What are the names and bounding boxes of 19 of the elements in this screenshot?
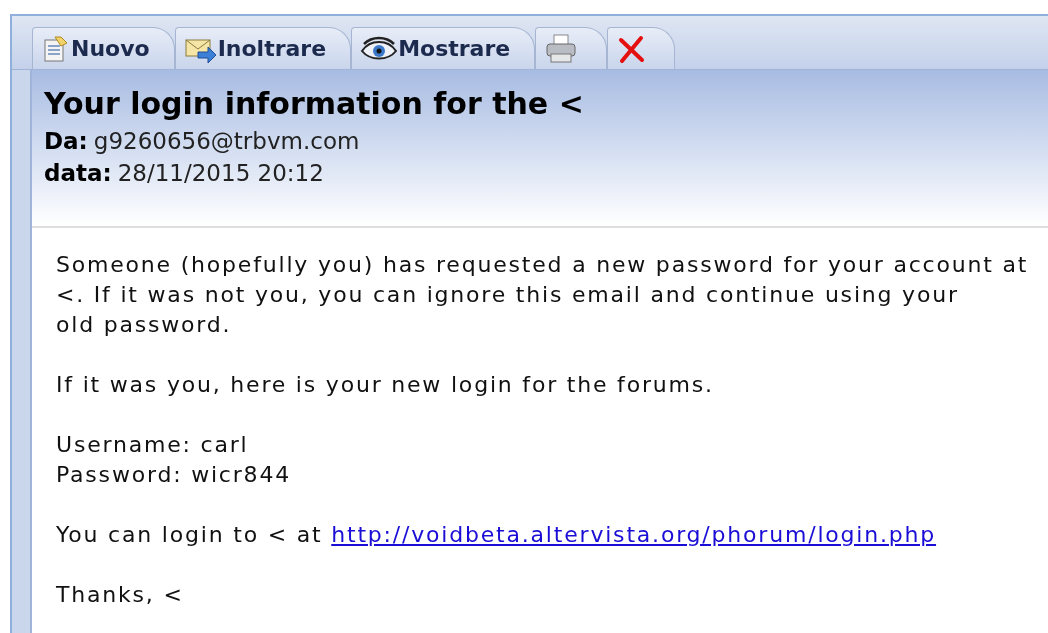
printer-icon	[544, 32, 579, 65]
body-paragraph: If it was you, here is your new login for the forums.	[56, 371, 715, 399]
body-paragraph: You can login to < at http://voidbeta.altervista.org/phorum/login.php	[56, 521, 938, 549]
toolbar-tab[interactable]: Inoltrare	[174, 27, 352, 69]
date-label: data:	[44, 159, 112, 188]
toolbar-tab[interactable]: Mostrare	[351, 27, 536, 69]
toolbar-tab[interactable]	[607, 27, 676, 69]
toolbar-tab[interactable]	[535, 27, 608, 69]
login-link[interactable]: http://voidbeta.altervista.org/phorum/login.php	[331, 522, 937, 547]
toolbar-tab[interactable]: Nuovo	[32, 27, 175, 69]
close-icon	[616, 33, 647, 64]
body-paragraph: Someone (hopefully you) has requested a new password for your account at <. If it was not you, you can ignore this email and continue using your old password.	[56, 251, 1030, 339]
eye-icon	[360, 35, 399, 62]
message-date: 28/11/2015 20:12	[117, 159, 324, 188]
message-subject: Your login information for the <	[44, 85, 585, 123]
from-label: Da:	[44, 127, 88, 156]
body-paragraph: Thanks, <	[56, 581, 185, 609]
body-paragraph: Username: carl Password: wicr844	[56, 431, 292, 489]
sender-address: g9260656@trbvm.com	[93, 127, 360, 156]
